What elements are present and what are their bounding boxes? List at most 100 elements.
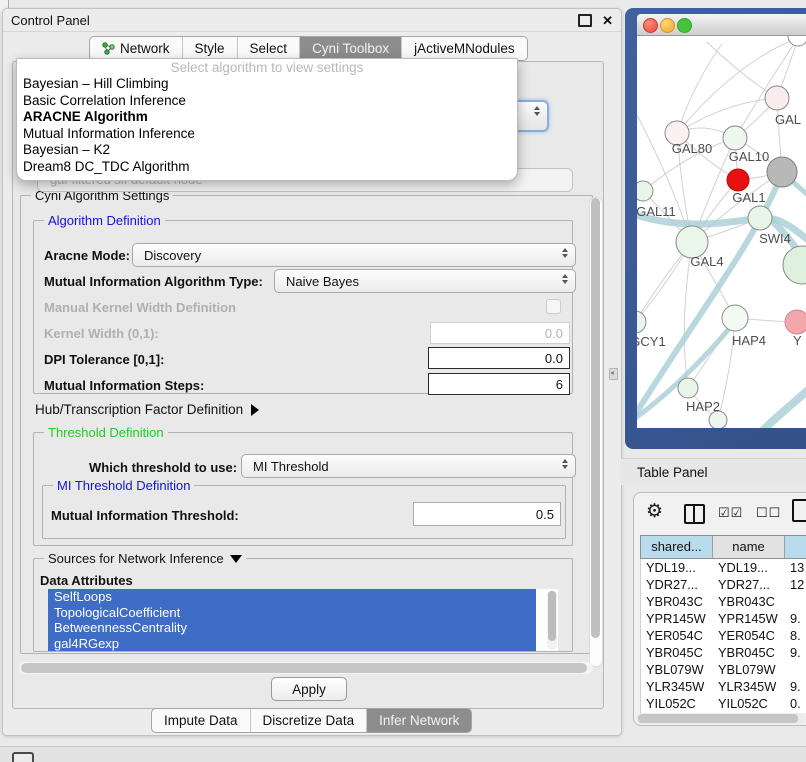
algorithm-option[interactable]: Bayesian – K2 — [17, 142, 517, 159]
table-row[interactable]: YIL052CYIL052C0. — [641, 695, 806, 712]
table-cell: YPR145W — [641, 610, 713, 627]
network-node-gray[interactable] — [767, 157, 797, 187]
zoom-button[interactable] — [677, 18, 692, 33]
deselect-all-icon[interactable]: ☐☐ — [756, 505, 781, 521]
table-cell: 8. — [785, 627, 806, 644]
dpi-tolerance-field[interactable]: 0.0 — [428, 347, 570, 369]
attribute-item[interactable]: SelfLoops — [48, 589, 536, 605]
close-button[interactable] — [643, 18, 658, 33]
algorithm-option[interactable]: Dream8 DC_TDC Algorithm — [17, 159, 517, 176]
tab-cyni-toolbox[interactable]: Cyni Toolbox — [299, 37, 401, 60]
column-header[interactable]: shared... — [641, 536, 713, 558]
table-row[interactable]: YER054CYER054C8. — [641, 627, 806, 644]
select-all-icon[interactable]: ☑☑ — [718, 505, 743, 521]
apply-button[interactable]: Apply — [271, 677, 347, 701]
attribute-item[interactable]: BetweennessCentrality — [48, 620, 536, 636]
collapse-arrow-icon[interactable] — [230, 555, 242, 563]
tab-infer-network[interactable]: Infer Network — [366, 709, 471, 732]
network-node-SWI4[interactable] — [748, 206, 772, 230]
settings-gear-icon[interactable]: ⚙ — [646, 500, 663, 523]
minimize-button[interactable] — [660, 18, 675, 33]
split-panel-icon[interactable] — [684, 504, 705, 524]
table-row[interactable]: YLR345WYLR345W9. — [641, 678, 806, 695]
tab-style[interactable]: Style — [182, 37, 237, 60]
aracne-mode-combo[interactable]: Discovery — [132, 243, 576, 267]
network-node-HAP4[interactable] — [722, 305, 748, 331]
table-row[interactable]: YBL079WYBL079W — [641, 661, 806, 678]
sources-title-text: Sources for Network Inference — [48, 551, 224, 566]
network-node-HAP2[interactable] — [678, 378, 698, 398]
node-label: GAL4 — [690, 254, 723, 269]
tab-discretize-data[interactable]: Discretize Data — [250, 709, 367, 732]
tab-network[interactable]: Network — [90, 37, 182, 60]
kernel-width-field[interactable]: 0.0 — [430, 322, 570, 344]
algorithm-dropdown-prompt: Select algorithm to view settings — [17, 59, 517, 76]
mi-threshold-field[interactable]: 0.5 — [413, 502, 561, 526]
settings-vertical-scrollbar[interactable] — [589, 197, 603, 667]
network-window-titlebar[interactable] — [637, 14, 806, 36]
scrollbar-thumb[interactable] — [21, 663, 587, 673]
table-row[interactable]: YPR145WYPR145W9. — [641, 610, 806, 627]
column-header[interactable]: name — [713, 536, 785, 558]
column-header[interactable] — [785, 536, 806, 558]
table-cell: 9. — [785, 644, 806, 661]
table-panel-titlebar: Table Panel — [621, 458, 806, 485]
hub-expander[interactable]: Hub/Transcription Factor Definition — [35, 402, 259, 417]
which-threshold-combo[interactable]: MI Threshold — [241, 454, 576, 478]
table-row[interactable]: YBR043CYBR043C — [641, 593, 806, 610]
which-threshold-value: MI Threshold — [253, 459, 329, 474]
network-window-frame[interactable]: GALGAL80GAL10GAL1GAL11SWI4GAL4GCY1HAP4YH… — [625, 8, 806, 449]
table-row[interactable]: YDL19...YDL19...13 — [641, 559, 806, 576]
network-canvas[interactable]: GALGAL80GAL10GAL1GAL11SWI4GAL4GCY1HAP4YH… — [637, 36, 806, 428]
tab-select[interactable]: Select — [237, 37, 300, 60]
network-node-big-right[interactable] — [783, 246, 806, 284]
close-icon[interactable]: ✕ — [602, 14, 613, 27]
settings-horizontal-scrollbar[interactable] — [19, 662, 593, 674]
screen: Control Panel ✕ NetworkStyleSelectCyni T… — [0, 0, 806, 762]
new-document-icon[interactable] — [792, 499, 806, 522]
table-horizontal-scrollbar[interactable] — [636, 713, 805, 724]
network-icon — [102, 42, 115, 55]
scrollbar-thumb[interactable] — [591, 198, 600, 638]
algorithm-option[interactable]: Bayesian – Hill Climbing — [17, 76, 517, 93]
float-window-icon[interactable] — [578, 14, 592, 27]
table-cell: YER054C — [641, 627, 713, 644]
combo-stepper-icon — [534, 106, 540, 116]
network-node-GAL1[interactable] — [727, 169, 749, 191]
mi-algorithm-type-combo[interactable]: Naive Bayes — [274, 269, 576, 293]
algorithm-option[interactable]: ARACNE Algorithm — [17, 109, 517, 126]
bottom-tabbar: Impute Data Discretize Data Infer Network — [151, 708, 472, 733]
network-node-gal-pink[interactable] — [765, 86, 789, 110]
attribute-item[interactable]: TopologicalCoefficient — [48, 605, 536, 621]
tab-label: Cyni Toolbox — [312, 41, 389, 56]
tab-jactivemnodules[interactable]: jActiveMNodules — [401, 37, 527, 60]
node-label: GAL80 — [672, 141, 712, 156]
network-node-GAL11[interactable] — [637, 181, 653, 201]
mi-steps-field[interactable]: 6 — [428, 373, 570, 395]
table-cell: YBR043C — [713, 593, 785, 610]
table-row[interactable]: YDR27...YDR27...12 — [641, 576, 806, 593]
algorithm-option[interactable]: Basic Correlation Inference — [17, 93, 517, 110]
table-body: YDL19...YDL19...13YDR27...YDR27...12YBR0… — [640, 559, 806, 713]
tab-label: Discretize Data — [263, 713, 355, 728]
combo-stepper-icon — [562, 274, 568, 284]
dpi-tolerance-label: DPI Tolerance [0,1]: — [44, 352, 164, 367]
table-row[interactable]: YBR045CYBR045C9. — [641, 644, 806, 661]
network-node-salmon[interactable] — [785, 310, 806, 334]
mi-threshold-group: MI Threshold Definition Mutual Informati… — [42, 485, 566, 539]
network-node-GCY1[interactable] — [637, 311, 646, 333]
scrollbar-thumb[interactable] — [638, 714, 798, 723]
panel-splitter-grip[interactable] — [609, 368, 618, 380]
table-cell: YPR145W — [713, 610, 785, 627]
bottom-left-grip[interactable] — [12, 752, 34, 762]
attributes-scrollbar[interactable] — [547, 590, 557, 650]
attribute-item[interactable]: gal4RGexp — [48, 636, 536, 652]
mi-threshold-group-title: MI Threshold Definition — [53, 478, 194, 493]
network-node-top-partial[interactable] — [788, 36, 806, 46]
table-cell: YDL19... — [713, 559, 785, 576]
algorithm-option[interactable]: Mutual Information Inference — [17, 126, 517, 143]
data-attributes-list[interactable]: SelfLoopsTopologicalCoefficientBetweenne… — [48, 589, 558, 651]
tab-impute-data[interactable]: Impute Data — [152, 709, 250, 732]
network-node-GAL10[interactable] — [723, 126, 747, 150]
manual-kernel-width-checkbox[interactable] — [546, 299, 561, 314]
